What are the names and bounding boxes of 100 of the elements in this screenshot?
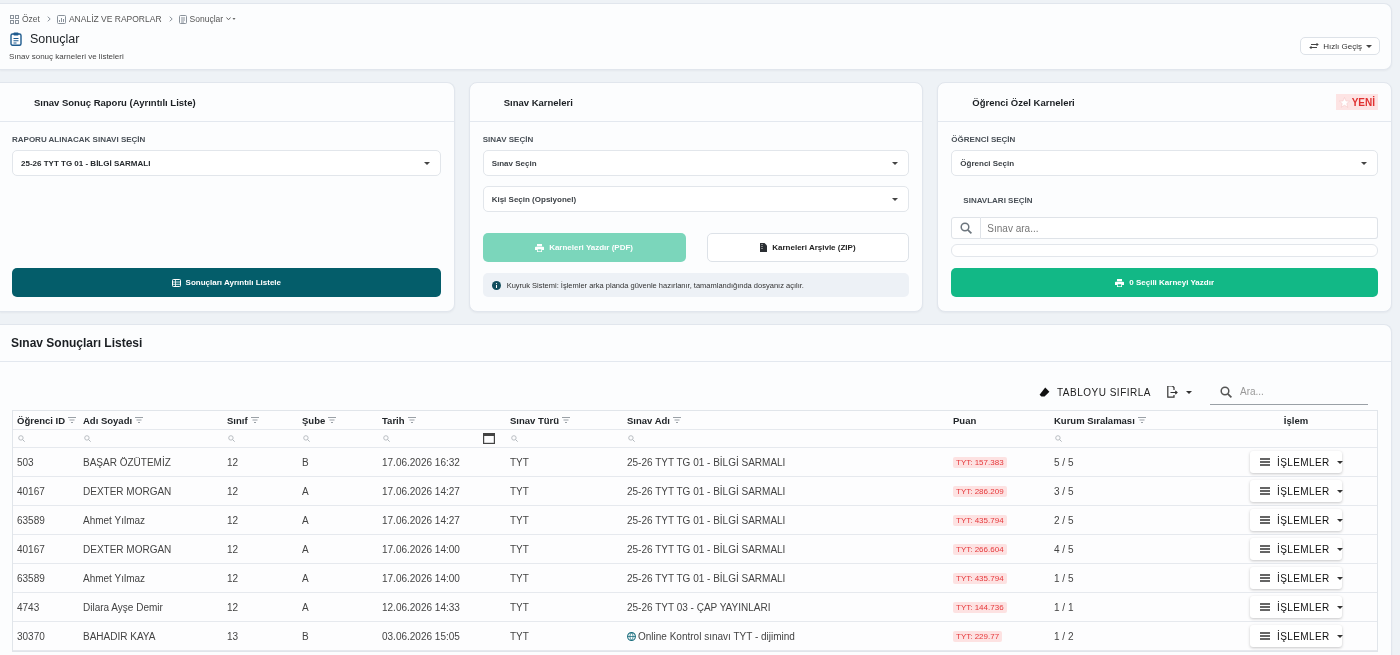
- table-cell: Ahmet Yılmaz: [83, 514, 146, 526]
- table-cell: TYT: [510, 456, 529, 468]
- caret-icon: [1336, 547, 1343, 551]
- table-cell: 25-26 TYT TG 01 - BİLGİ SARMALI: [627, 543, 786, 555]
- table-cell: 25-26 TYT TG 01 - BİLGİ SARMALI: [627, 485, 786, 497]
- table-cell: 4 / 5: [1054, 543, 1074, 555]
- actions-menu-button[interactable]: İŞLEMLER: [1250, 538, 1342, 560]
- reset-table-button[interactable]: TABLOYU SIFIRLA: [1035, 380, 1155, 404]
- select-field[interactable]: 25-26 TYT TG 01 - BİLGİ SARMALI: [12, 150, 441, 176]
- caret-icon: [1336, 605, 1343, 609]
- file-export-icon: [1167, 386, 1178, 398]
- actions-menu-button[interactable]: İŞLEMLER: [1250, 596, 1342, 618]
- table-cell: BAHADIR KAYA: [83, 630, 156, 642]
- table-cell: 03.06.2026 15:05: [382, 630, 460, 642]
- search-icon: [303, 435, 310, 442]
- column-header[interactable]: Sınav Adı: [623, 411, 949, 429]
- column-header[interactable]: Sınav Türü: [506, 411, 623, 429]
- table-cell: 5 / 5: [1054, 456, 1074, 468]
- document-icon: [178, 14, 187, 24]
- menu-icon: [1260, 603, 1270, 611]
- table-cell: 12: [227, 543, 239, 555]
- column-header[interactable]: Şube: [298, 411, 378, 429]
- select-field[interactable]: Sınav Seçin: [482, 150, 910, 176]
- caret-icon: [1336, 460, 1343, 464]
- search-icon: [960, 222, 973, 234]
- quick-nav-button[interactable]: Hızlı Geçiş: [1300, 37, 1380, 55]
- caret-icon: [1366, 44, 1372, 48]
- actions-menu-button[interactable]: İŞLEMLER: [1250, 567, 1342, 589]
- table-cell: 12: [227, 572, 239, 584]
- search-icon: [628, 435, 635, 442]
- table-cell: TYT: [510, 485, 529, 497]
- list-button[interactable]: Sonuçları Ayrıntılı Listele: [12, 268, 441, 297]
- table-cell: 12: [227, 601, 239, 613]
- breadcrumb-link[interactable]: ANALİZ VE RAPORLAR: [56, 14, 162, 24]
- table-cell: 25-26 TYT TG 01 - BİLGİ SARMALI: [627, 456, 786, 468]
- table-search-field[interactable]: Ara...: [1232, 381, 1368, 402]
- column-header[interactable]: Adı Soyadı: [79, 411, 223, 429]
- table-title: Sınav Sonuçları Listesi: [11, 336, 143, 350]
- arrows-icon: [1309, 42, 1320, 50]
- actions-menu-button[interactable]: İŞLEMLER: [1250, 625, 1342, 647]
- table-cell: 503: [17, 456, 34, 468]
- table-cell: DEXTER MORGAN: [83, 543, 172, 555]
- menu-icon: [1260, 574, 1270, 582]
- file-icon: [760, 243, 768, 252]
- select-field[interactable]: Öğrenci Seçin: [951, 150, 1378, 176]
- column-header[interactable]: Sınıf: [223, 411, 298, 429]
- card-title: Öğrenci Özel Karneleri: [972, 96, 1075, 108]
- score-value: TYT: 286.209: [953, 485, 1007, 497]
- clipboard-icon: [10, 32, 22, 46]
- search-icon: [511, 435, 518, 442]
- table-cell: 40167: [17, 485, 45, 497]
- new-label: YENİ: [1351, 96, 1375, 108]
- caret-icon: [1336, 576, 1343, 580]
- menu-icon: [1260, 487, 1270, 495]
- caret-icon: [1361, 161, 1367, 165]
- card-title: Sınav Sonuç Raporu (Ayrıntılı Liste): [34, 96, 196, 108]
- caret-icon: [1336, 518, 1343, 522]
- table-cell: A: [302, 543, 309, 555]
- table-cell: TYT: [510, 514, 529, 526]
- table-cell: B: [302, 456, 309, 468]
- search-icon: [383, 435, 390, 442]
- table-cell: TYT: [510, 630, 529, 642]
- column-header[interactable]: İşlem: [1215, 411, 1377, 429]
- score-value: TYT: 157.383: [953, 456, 1007, 468]
- table-cell: 4743: [17, 601, 40, 613]
- table-cell: 3 / 5: [1054, 485, 1074, 497]
- exam-search-field[interactable]: Sınav ara...: [981, 217, 1378, 239]
- actions-menu-button[interactable]: İŞLEMLER: [1250, 451, 1342, 473]
- column-header[interactable]: Tarih: [378, 411, 506, 429]
- field-label: SINAVLARI SEÇİN: [963, 196, 1034, 206]
- actions-menu-button[interactable]: İŞLEMLER: [1250, 509, 1342, 531]
- table-cell: 12.06.2026 14:33: [382, 601, 460, 613]
- archive-button[interactable]: Karneleri Arşivle (ZIP): [706, 233, 910, 262]
- select-field[interactable]: Kişi Seçin (Opsiyonel): [482, 186, 910, 212]
- table-cell: 25-26 TYT TG 01 - BİLGİ SARMALI: [627, 514, 786, 526]
- table-cell: 25-26 TYT 03 - ÇAP YAYINLARI: [627, 601, 771, 613]
- caret-icon: [423, 161, 430, 165]
- table-cell: 30370: [17, 630, 45, 642]
- chevron-icon: [46, 16, 51, 22]
- menu-icon: [1260, 458, 1270, 466]
- caret-icon: [892, 161, 899, 165]
- column-header[interactable]: Öğrenci ID: [13, 411, 79, 429]
- page-subtitle: Sınav sonuç karneleri ve listeleri: [9, 52, 125, 62]
- table-cell: TYT: [510, 601, 529, 613]
- search-icon: [18, 435, 25, 442]
- column-header[interactable]: Puan: [949, 411, 1050, 429]
- table-cell: 17.06.2026 14:00: [382, 543, 460, 555]
- table-cell: A: [302, 601, 309, 613]
- table-cell: 12: [227, 485, 239, 497]
- score-value: TYT: 266.604: [953, 543, 1007, 555]
- breadcrumb-link[interactable]: Sonuçlar: [178, 14, 237, 24]
- table-cell: 12: [227, 514, 239, 526]
- actions-menu-button[interactable]: İŞLEMLER: [1250, 480, 1342, 502]
- breadcrumb-link[interactable]: Özet: [10, 14, 40, 24]
- star-icon: [1338, 96, 1350, 108]
- column-header[interactable]: Kurum Sıralaması: [1050, 411, 1215, 429]
- search-icon: [1220, 385, 1232, 398]
- table-cell: A: [302, 485, 309, 497]
- exam-list-field[interactable]: [951, 244, 1378, 257]
- table-cell: A: [302, 514, 309, 526]
